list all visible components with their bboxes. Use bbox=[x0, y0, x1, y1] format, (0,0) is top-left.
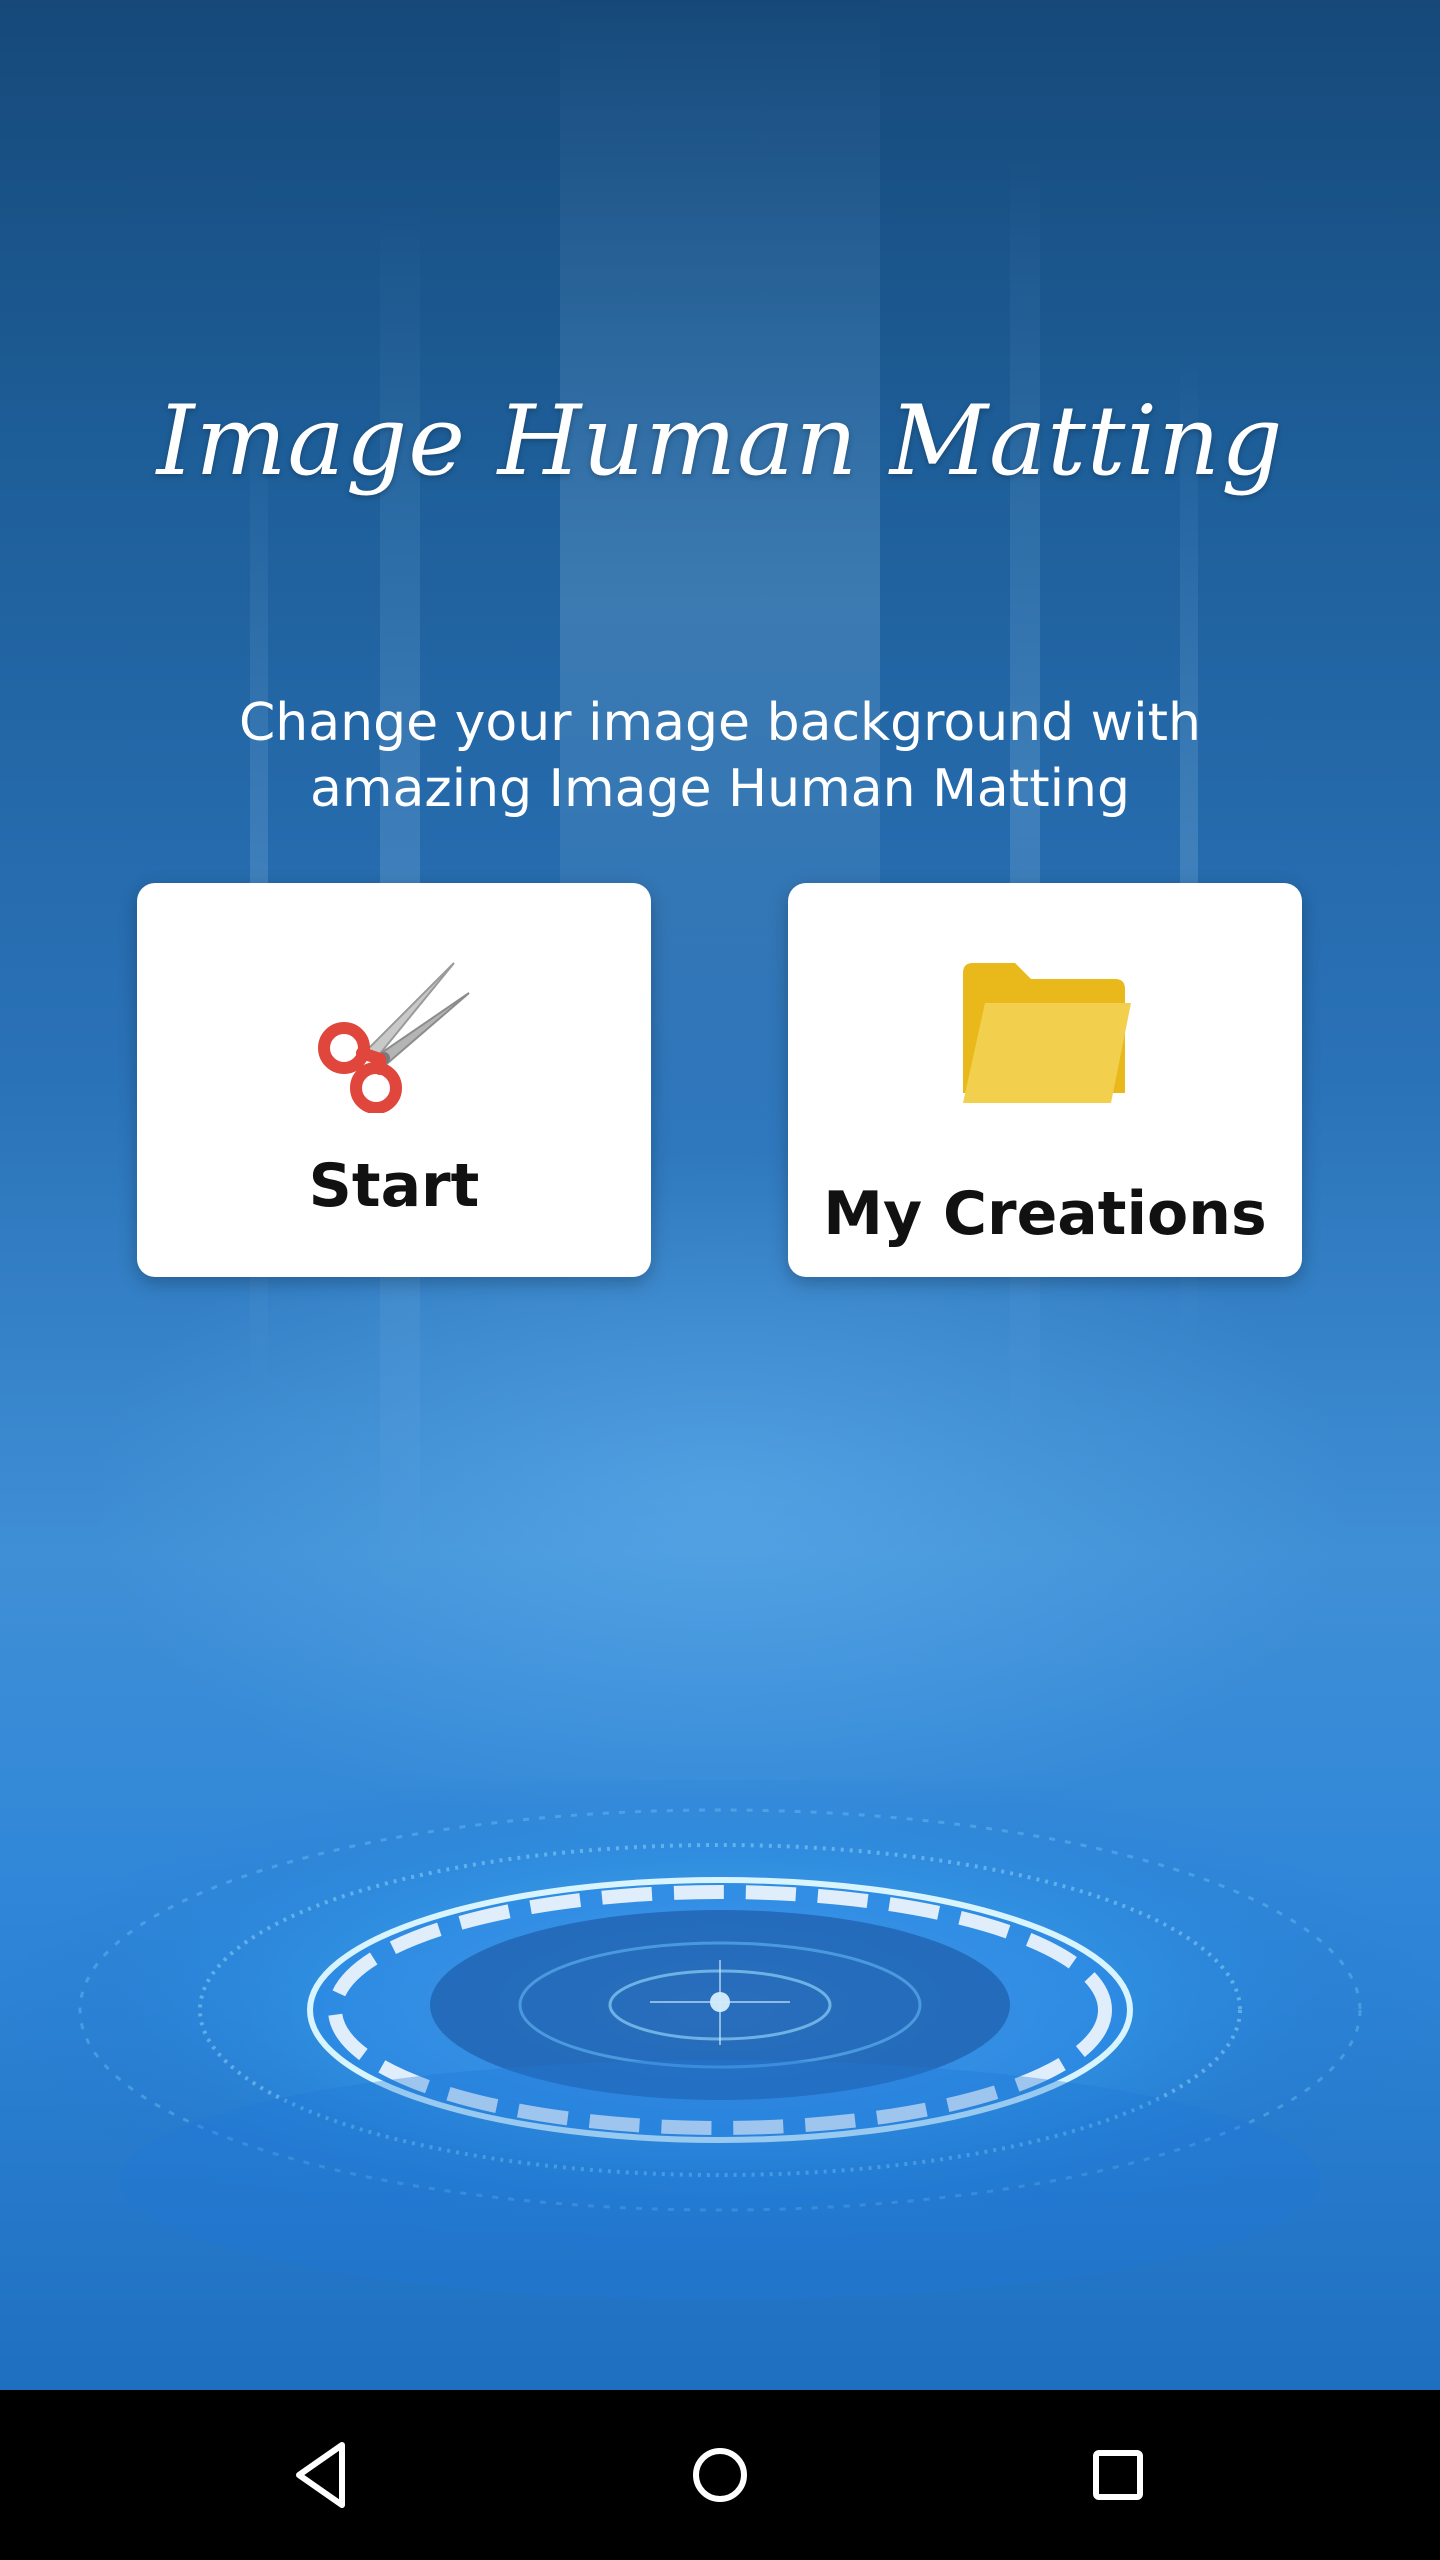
app-title: Image Human Matting bbox=[156, 385, 1284, 497]
portal-graphic bbox=[0, 1780, 1440, 2300]
start-label: Start bbox=[308, 1151, 480, 1221]
my-creations-button[interactable]: My Creations bbox=[788, 883, 1302, 1277]
back-triangle-icon[interactable] bbox=[277, 2430, 367, 2520]
app-subtitle: Change your image background with amazin… bbox=[239, 693, 1201, 819]
navigation-bar bbox=[0, 2390, 1440, 2560]
recents-square-icon[interactable] bbox=[1073, 2430, 1163, 2520]
home-circle-icon[interactable] bbox=[675, 2430, 765, 2520]
main-screen: Image Human Matting Change your image ba… bbox=[0, 0, 1440, 2390]
folder-icon bbox=[963, 963, 1131, 1103]
my-creations-label: My Creations bbox=[823, 1179, 1267, 1249]
start-button[interactable]: Start bbox=[137, 883, 651, 1277]
scissors-icon bbox=[318, 962, 470, 1113]
